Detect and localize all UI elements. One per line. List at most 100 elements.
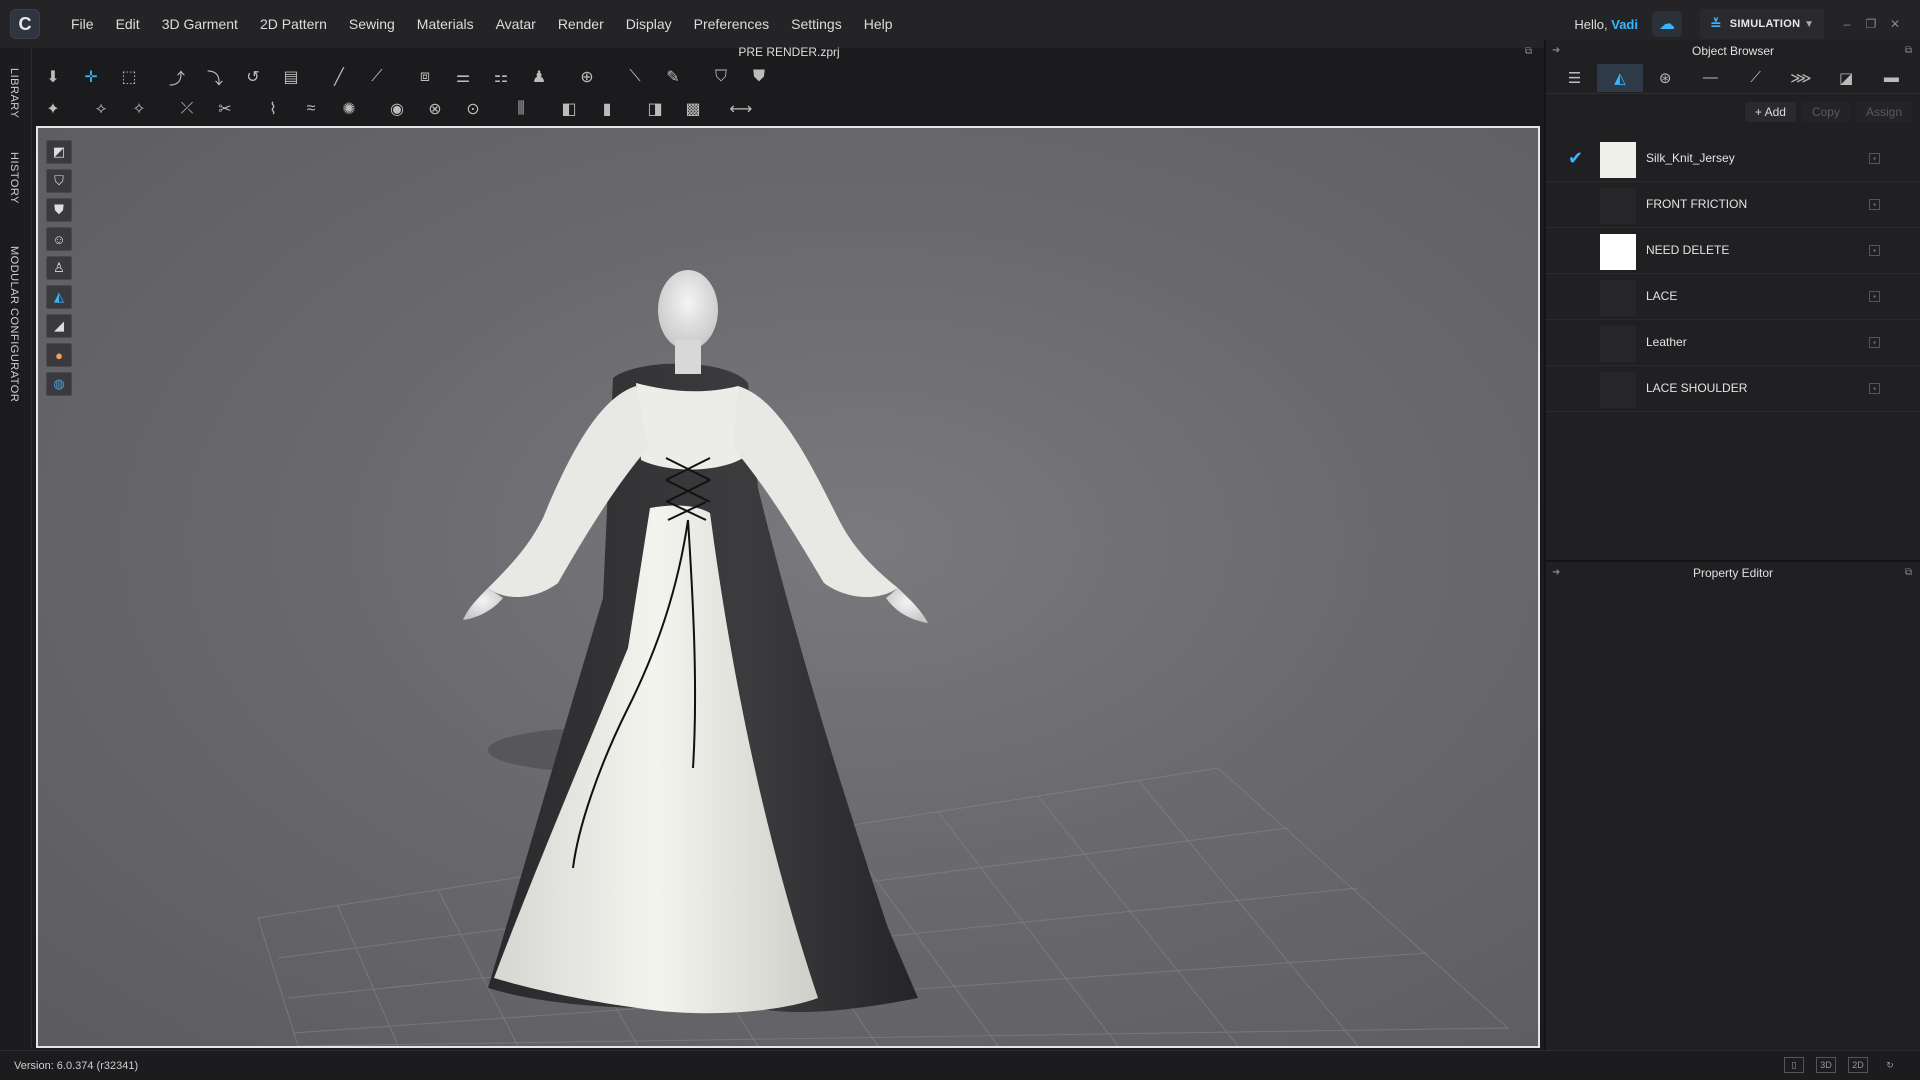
seamline-tool-icon[interactable]: ≈ <box>296 95 326 123</box>
button-tool-icon[interactable]: ◉ <box>382 95 412 123</box>
assign-button[interactable]: Assign <box>1855 102 1912 122</box>
list-icon[interactable]: ☰ <box>1552 64 1597 92</box>
graphic-tool-icon[interactable]: ▮ <box>592 95 622 123</box>
display-skin-icon[interactable]: ● <box>46 343 72 367</box>
avatar-pose-icon[interactable]: ♟ <box>524 63 554 91</box>
display-skeleton-icon[interactable]: ♙ <box>46 256 72 280</box>
texture-edit-icon[interactable]: ◧ <box>554 95 584 123</box>
shirt-back-icon[interactable]: ⛊ <box>744 63 774 91</box>
display-garment-icon[interactable]: ⛉ <box>46 169 72 193</box>
add-button[interactable]: + Add <box>1744 102 1796 122</box>
more-options-icon[interactable]: ▪ <box>1869 383 1880 394</box>
edit-sewing-2-icon[interactable]: ✧ <box>124 95 154 123</box>
panel-collapse-icon[interactable]: ➜ <box>1552 562 1560 584</box>
arrangement-icon[interactable]: ▤ <box>276 63 306 91</box>
menu-display[interactable]: Display <box>615 0 683 48</box>
cloud-icon[interactable]: ☁ <box>1652 11 1682 37</box>
line-icon[interactable]: ⟋ <box>1733 64 1778 92</box>
zipper-tool-icon[interactable]: ⫼ <box>506 95 536 123</box>
measure-icon[interactable]: ▬ <box>1869 64 1914 92</box>
copy-button[interactable]: Copy <box>1801 102 1850 122</box>
menu-edit[interactable]: Edit <box>105 0 151 48</box>
menu-file[interactable]: File <box>60 0 105 48</box>
zipper-icon[interactable]: ⋙ <box>1778 64 1823 92</box>
float-window-icon[interactable]: ⧉ <box>1905 562 1912 584</box>
pin-icon[interactable]: ✎ <box>658 63 688 91</box>
clo-logo-icon[interactable]: C <box>10 9 40 39</box>
panel-collapse-icon[interactable]: ➜ <box>1552 40 1560 62</box>
trim-place-icon[interactable]: ◨ <box>640 95 670 123</box>
more-options-icon[interactable]: ▪ <box>1869 291 1880 302</box>
list-item[interactable]: FRONT FRICTION ▪ <box>1546 182 1920 228</box>
puckering-tool-icon[interactable]: ✺ <box>334 95 364 123</box>
tab-modular-configurator[interactable]: MODULAR CONFIGURATOR <box>8 246 20 402</box>
simulation-tool-icon[interactable]: ⬇ <box>38 63 68 91</box>
edit-sewing-icon[interactable]: ⟡ <box>86 95 116 123</box>
view-3d-icon[interactable]: 3D <box>1816 1057 1836 1073</box>
menu-help[interactable]: Help <box>853 0 904 48</box>
free-sewing-icon[interactable]: ⟋ <box>362 63 392 91</box>
refresh-icon[interactable]: ↻ <box>1880 1057 1900 1073</box>
display-pattern-icon[interactable]: ◩ <box>46 140 72 164</box>
more-options-icon[interactable]: ▪ <box>1869 153 1880 164</box>
fabric-icon[interactable]: ◭ <box>1597 63 1643 92</box>
float-window-icon[interactable]: ⧉ <box>1905 40 1912 62</box>
tack-icon[interactable]: ⧈ <box>410 63 440 91</box>
trim-tool-icon[interactable]: ✂ <box>210 95 240 123</box>
list-item[interactable]: NEED DELETE ▪ <box>1546 228 1920 274</box>
list-item[interactable]: Leather ▪ <box>1546 320 1920 366</box>
display-environment-icon[interactable]: ◍ <box>46 372 72 396</box>
menu-3d-garment[interactable]: 3D Garment <box>151 0 249 48</box>
puckering-icon[interactable]: ◪ <box>1824 64 1869 92</box>
list-item[interactable]: LACE ▪ <box>1546 274 1920 320</box>
display-texture-icon[interactable]: ⛊ <box>46 198 72 222</box>
menu-sewing[interactable]: Sewing <box>338 0 406 48</box>
minimize-icon[interactable]: – <box>1836 13 1858 35</box>
measure-distance-icon[interactable]: ⟷ <box>726 95 756 123</box>
menu-materials[interactable]: Materials <box>406 0 485 48</box>
shirt-front-icon[interactable]: ⛉ <box>706 63 736 91</box>
tab-history[interactable]: HISTORY <box>8 152 20 204</box>
garment-fit-icon[interactable]: ⚌ <box>448 63 478 91</box>
user-name[interactable]: Vadi <box>1611 17 1638 32</box>
menu-2d-pattern[interactable]: 2D Pattern <box>249 0 338 48</box>
more-options-icon[interactable]: ▪ <box>1869 199 1880 210</box>
menu-render[interactable]: Render <box>547 0 615 48</box>
select-move-icon[interactable]: ✛ <box>76 63 106 91</box>
menu-preferences[interactable]: Preferences <box>683 0 780 48</box>
select-mesh-box-icon[interactable]: ⬚ <box>114 63 144 91</box>
trim-select-icon[interactable]: ▩ <box>678 95 708 123</box>
topstitch-tool-icon[interactable]: ⌇ <box>258 95 288 123</box>
menu-avatar[interactable]: Avatar <box>485 0 547 48</box>
layout-split-icon[interactable]: ▯ <box>1784 1057 1804 1073</box>
strain-map-icon[interactable]: ⚏ <box>486 63 516 91</box>
cut-tool-icon[interactable]: ⤫ <box>172 95 202 123</box>
display-fabric-icon[interactable]: ◭ <box>46 285 72 309</box>
topstitch-icon[interactable]: — <box>1688 64 1733 92</box>
fold-tool-icon[interactable]: ⤵ <box>200 63 230 91</box>
more-options-icon[interactable]: ▪ <box>1869 245 1880 256</box>
unfold-tool-icon[interactable]: ↺ <box>238 63 268 91</box>
button-icon[interactable]: ⊛ <box>1643 64 1688 92</box>
button-select-icon[interactable]: ⊙ <box>458 95 488 123</box>
buttonhole-tool-icon[interactable]: ⊗ <box>420 95 450 123</box>
tape-measure-icon[interactable]: ⟍ <box>620 63 650 91</box>
list-item[interactable]: ✔ Silk_Knit_Jersey ▪ <box>1546 136 1920 182</box>
float-window-icon[interactable]: ⧉ <box>1525 44 1532 60</box>
restore-icon[interactable]: ❐ <box>1860 13 1882 35</box>
list-item[interactable]: LACE SHOULDER ▪ <box>1546 366 1920 412</box>
avatar-move-icon[interactable]: ✦ <box>38 95 68 123</box>
mode-select[interactable]: ≚ SIMULATION ▼ <box>1700 9 1824 39</box>
more-options-icon[interactable]: ▪ <box>1869 337 1880 348</box>
tab-library[interactable]: LIBRARY <box>8 68 20 118</box>
fold-arrangement-icon[interactable]: ⤴ <box>162 63 192 91</box>
arrangement-points-icon[interactable]: ⊕ <box>572 63 602 91</box>
close-icon[interactable]: ✕ <box>1884 13 1906 35</box>
display-avatar-icon[interactable]: ☺ <box>46 227 72 251</box>
check-icon[interactable]: ✔ <box>1568 148 1588 169</box>
view-2d-icon[interactable]: 2D <box>1848 1057 1868 1073</box>
segment-sewing-icon[interactable]: ╱ <box>324 63 354 91</box>
3d-viewport[interactable]: ◩ ⛉ ⛊ ☺ ♙ ◭ ◢ ● ◍ <box>36 126 1540 1048</box>
menu-settings[interactable]: Settings <box>780 0 853 48</box>
display-shadow-icon[interactable]: ◢ <box>46 314 72 338</box>
